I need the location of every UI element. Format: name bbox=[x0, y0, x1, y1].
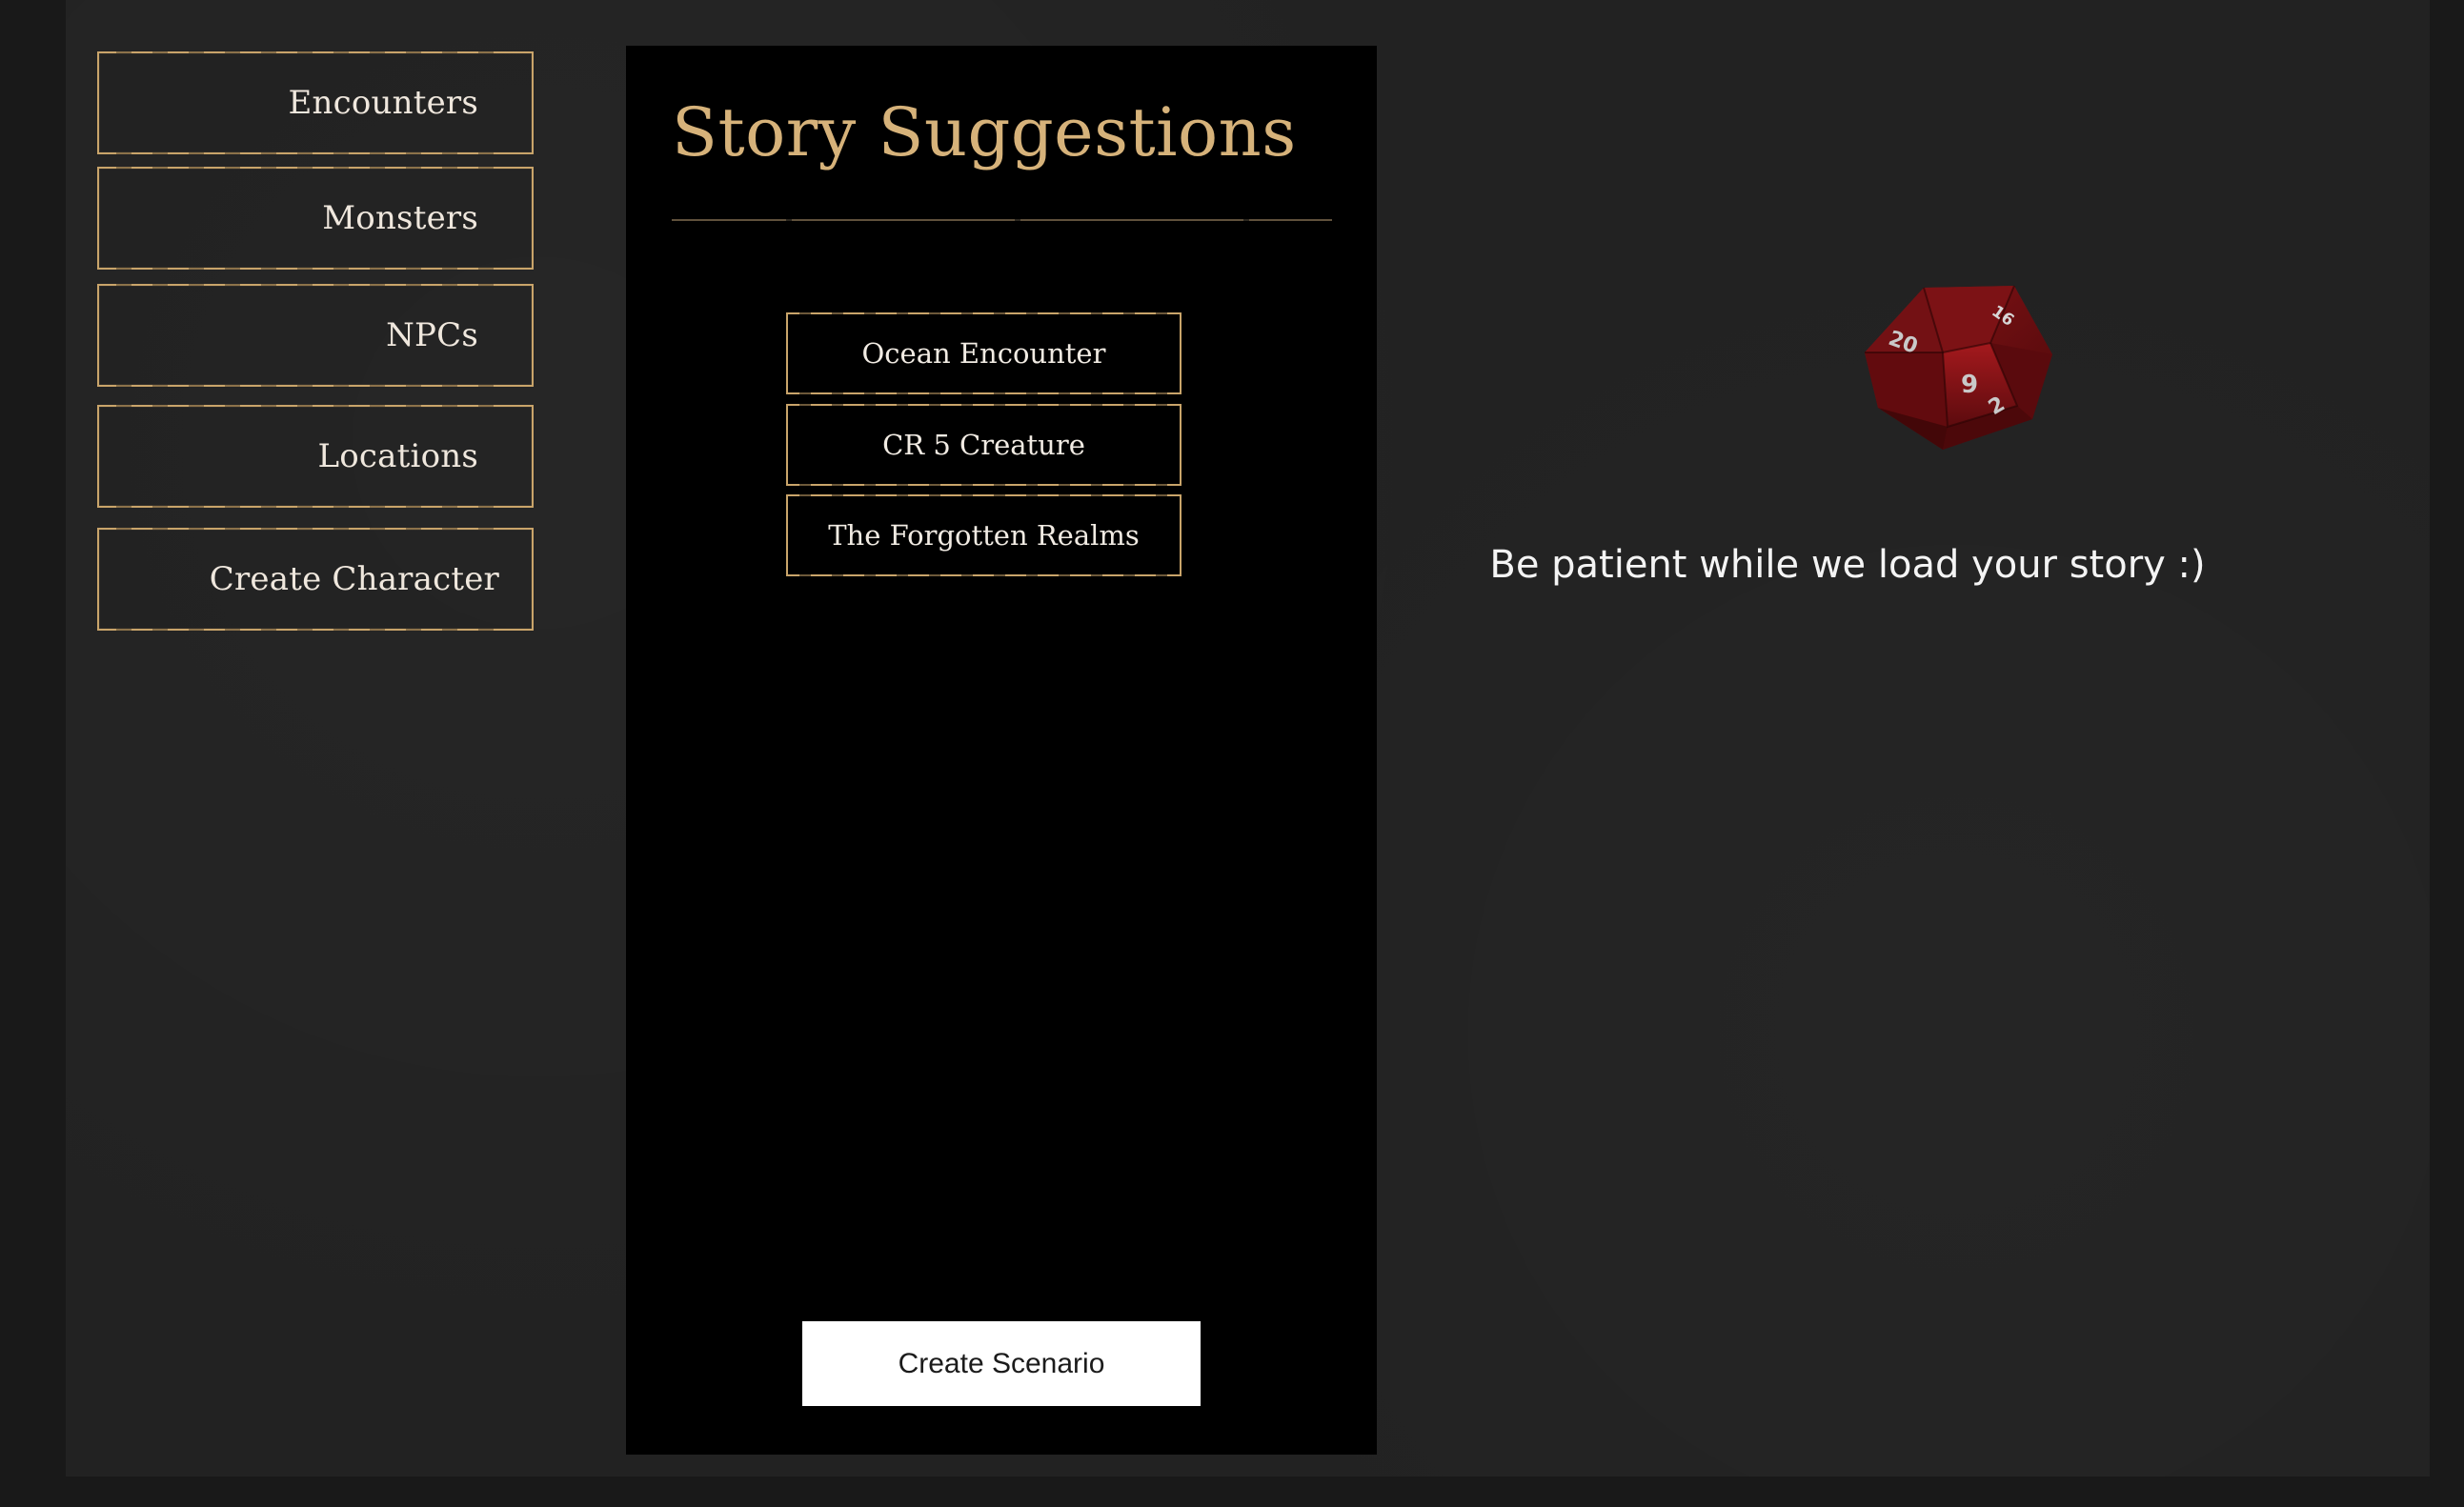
suggestion-ocean-encounter[interactable]: Ocean Encounter bbox=[786, 312, 1182, 394]
sidebar-item-label: Monsters bbox=[322, 199, 478, 237]
sidebar-item-create-character[interactable]: Create Character bbox=[97, 528, 534, 631]
loading-area: 9 20 16 2 Be patient while we load your … bbox=[1466, 276, 2229, 619]
d20-dice-icon: 9 20 16 2 bbox=[1857, 276, 2057, 457]
sidebar-item-label: Encounters bbox=[288, 84, 478, 122]
sidebar-item-npcs[interactable]: NPCs bbox=[97, 284, 534, 387]
suggestion-label: Ocean Encounter bbox=[861, 337, 1106, 370]
sidebar-item-encounters[interactable]: Encounters bbox=[97, 51, 534, 154]
sidebar-item-label: Create Character bbox=[209, 560, 499, 598]
suggestion-label: CR 5 Creature bbox=[882, 429, 1085, 461]
app-page: Encounters Monsters NPCs Locations Creat… bbox=[66, 0, 2430, 1477]
create-scenario-button[interactable]: Create Scenario bbox=[802, 1321, 1201, 1406]
suggestion-label: The Forgotten Realms bbox=[828, 519, 1140, 552]
panel-title: Story Suggestions bbox=[672, 93, 1297, 171]
story-suggestions-panel: Story Suggestions Ocean Encounter CR 5 C… bbox=[626, 46, 1377, 1455]
suggestion-forgotten-realms[interactable]: The Forgotten Realms bbox=[786, 494, 1182, 576]
title-divider bbox=[672, 219, 1332, 221]
create-scenario-label: Create Scenario bbox=[898, 1347, 1105, 1379]
loading-message: Be patient while we load your story :) bbox=[1489, 543, 2206, 587]
dice-face-number: 9 bbox=[1961, 371, 1978, 399]
sidebar-item-label: Locations bbox=[317, 437, 478, 475]
sidebar-item-monsters[interactable]: Monsters bbox=[97, 167, 534, 270]
sidebar-item-label: NPCs bbox=[386, 316, 478, 354]
suggestion-cr5-creature[interactable]: CR 5 Creature bbox=[786, 404, 1182, 486]
sidebar-item-locations[interactable]: Locations bbox=[97, 405, 534, 508]
